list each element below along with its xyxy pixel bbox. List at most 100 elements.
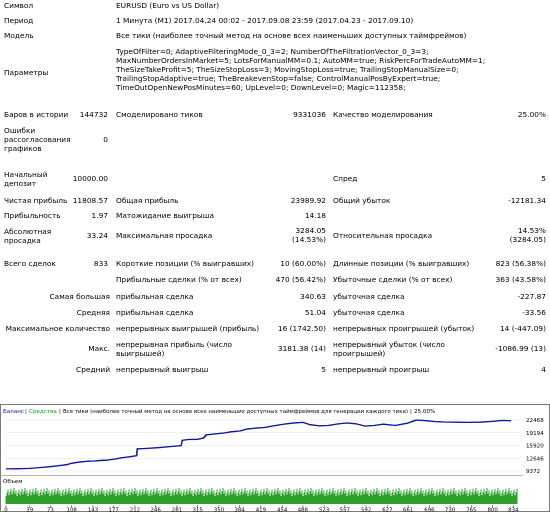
x-tick-label: 592 — [361, 507, 371, 512]
x-tick-label: 661 — [403, 507, 413, 512]
legend-quality: 25.00% — [414, 409, 435, 415]
long-positions-value: 823 (56.38%) — [495, 259, 546, 268]
ticks-label: Смоделировано тиков — [116, 110, 203, 119]
largest-loss-value: -227.87 — [517, 292, 546, 301]
average-loss-value: -33.56 — [522, 308, 546, 317]
x-tick-label: 73 — [47, 507, 54, 512]
total-trades-value: 833 — [93, 259, 108, 268]
deposit-value: 10000.00 — [72, 174, 108, 183]
x-tick-label: 627 — [382, 507, 392, 512]
params-label: Параметры — [4, 68, 49, 77]
gross-loss-label: Общий убыток — [333, 196, 391, 205]
avg-label: Средний — [76, 365, 110, 374]
loss-trades-label: Убыточные сделки (% от всех) — [333, 275, 453, 284]
x-tick-label: 177 — [109, 507, 119, 512]
cons-loss-label: непрерывный убыток (число проигрышей) — [333, 340, 445, 358]
max-count-label: Максимальное количество — [5, 324, 110, 333]
legend-model: Все тики (наиболее точный метод на основ… — [63, 408, 408, 415]
avg-wins-value: 5 — [321, 365, 326, 374]
cons-wins-value: 16 (1742.50) — [277, 324, 326, 333]
expected-payoff-value: 14.18 — [304, 211, 326, 220]
volume-label: Объем — [3, 479, 22, 485]
short-positions-value: 10 (60.00%) — [280, 259, 326, 268]
gross-profit-label: Общая прибыль — [116, 196, 179, 205]
cons-profit-value: 3181.38 (14) — [277, 344, 326, 353]
expected-payoff-label: Матожидание выигрыша — [116, 211, 215, 220]
y-tick-label: 15920 — [526, 444, 544, 450]
params-line: MaxNumberOrdersInMarket=5; LotsForManual… — [116, 56, 486, 65]
max-label: Макс. — [88, 344, 110, 353]
params-line: TheSizeTakeProfit=5; TheSizeStopLoss=3; … — [116, 65, 459, 74]
x-tick-label: 315 — [192, 507, 202, 512]
quality-label: Качество моделирования — [333, 110, 433, 119]
average-label: Средняя — [76, 308, 110, 317]
x-tick-label: 350 — [214, 507, 225, 512]
legend-equity: Средства — [29, 409, 57, 415]
params-line: TypeOfFilter=0; AdaptiveFilteringMode_0_… — [116, 47, 429, 56]
largest-label: Самая большая — [49, 292, 111, 301]
profit-trades-value: 470 (56.42%) — [275, 275, 326, 284]
y-tick-label: 9372 — [526, 469, 540, 475]
x-tick-label: 557 — [340, 507, 350, 512]
x-tick-label: 39 — [26, 507, 33, 512]
average-profit-label: прибыльная сделка — [116, 308, 194, 317]
x-tick-label: 730 — [445, 507, 456, 512]
average-profit-value: 51.04 — [304, 308, 326, 317]
abs-drawdown-value: 33.24 — [86, 231, 108, 240]
x-tick-label: 696 — [424, 507, 435, 512]
x-tick-label: 488 — [298, 507, 309, 512]
x-tick-label: 834 — [508, 507, 519, 512]
rel-drawdown-sub: (3284.05) — [509, 235, 546, 244]
x-tick-label: 800 — [487, 507, 498, 512]
avg-wins-label: непрерывный выигрыш — [116, 365, 209, 374]
x-tick-label: 281 — [172, 507, 182, 512]
x-tick-label: 419 — [256, 507, 267, 512]
cons-losses-value: 14 (-447.09) — [499, 324, 546, 333]
model-value: Все тики (наиболее точный метод на основ… — [116, 31, 467, 40]
period-value: 1 Минута (M1) 2017.04.24 00:02 - 2017.09… — [116, 16, 414, 25]
short-positions-label: Короткие позиции (% выигравших) — [116, 259, 255, 268]
x-tick-label: 765 — [466, 507, 476, 512]
x-tick-label: 523 — [319, 507, 329, 512]
cons-loss-value: -1086.99 (13) — [495, 344, 546, 353]
avg-losses-value: 4 — [541, 365, 546, 374]
largest-profit-value: 340.63 — [300, 292, 326, 301]
symbol-label: Символ — [4, 1, 34, 10]
balance-chart: Баланс | Средства | Все тики (наиболее т… — [0, 404, 550, 512]
profit-trades-label: Прибыльные сделки (% от всех) — [116, 275, 242, 284]
rel-drawdown-label: Относительная просадка — [333, 231, 433, 240]
max-drawdown-value: 3284.05 — [295, 226, 326, 235]
x-tick-label: 212 — [130, 507, 140, 512]
cons-profit-label: непрерывная прибыль (число выигрышей) — [116, 340, 232, 358]
largest-loss-label: убыточная сделка — [333, 292, 405, 301]
x-tick-label: 0 — [4, 507, 8, 512]
legend-balance: Баланс — [3, 409, 24, 415]
total-trades-label: Всего сделок — [4, 259, 56, 268]
ticks-value: 9331036 — [293, 110, 326, 119]
params-line: TrailingStopAdaptive=true; TheBreakevenS… — [116, 74, 441, 83]
model-label: Модель — [4, 31, 34, 40]
legend-separator: | — [25, 409, 27, 415]
bars-value: 144732 — [79, 110, 108, 119]
gross-profit-value: 23989.92 — [290, 196, 326, 205]
gross-loss-value: -12181.34 — [508, 196, 546, 205]
params-line: TimeOutOpenNewPosMinutes=60; UpLevel=0; … — [116, 83, 406, 92]
bars-label: Баров в истории — [4, 110, 69, 119]
x-tick-label: 108 — [67, 507, 78, 512]
y-tick-label: 12646 — [526, 456, 544, 462]
x-tick-label: 454 — [277, 507, 288, 512]
largest-profit-label: прибыльная сделка — [116, 292, 194, 301]
net-profit-value: 11808.57 — [72, 196, 108, 205]
loss-trades-value: 363 (43.58%) — [495, 275, 546, 284]
symbol-value: EURUSD (Euro vs US Dollar) — [116, 1, 220, 10]
rel-drawdown-value: 14.53% — [517, 226, 546, 235]
x-tick-label: 143 — [88, 507, 98, 512]
cons-losses-label: непрерывных проигрышей (убыток) — [333, 324, 475, 333]
chart-legend: Баланс | Средства | Все тики (наиболее т… — [3, 408, 435, 415]
x-tick-label: 384 — [234, 507, 245, 512]
x-tick-label: 246 — [150, 507, 161, 512]
long-positions-label: Длинные позиции (% выигравших) — [333, 259, 470, 268]
max-drawdown-percent: (14.53%) — [292, 235, 326, 244]
legend-separator: | — [59, 409, 61, 415]
profit-factor-value: 1.97 — [91, 211, 108, 220]
